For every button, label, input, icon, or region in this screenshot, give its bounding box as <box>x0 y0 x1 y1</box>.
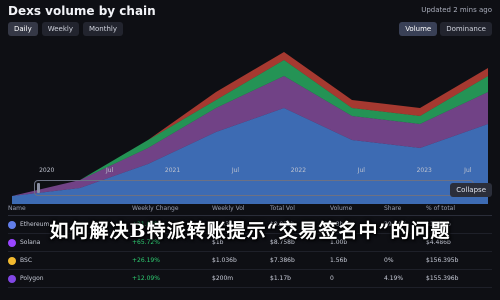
tab-monthly[interactable]: Monthly <box>82 22 124 36</box>
x-label: 2021 <box>164 167 181 174</box>
chain-name: BSC <box>20 257 33 264</box>
toggle-dominance[interactable]: Dominance <box>440 22 492 36</box>
brush-handle-left[interactable] <box>37 183 40 193</box>
tab-weekly[interactable]: Weekly <box>41 22 79 36</box>
total-vol: $8.758b <box>270 239 295 246</box>
volume: 1.3b <box>330 221 344 228</box>
page-title: Dexs volume by chain <box>8 4 156 18</box>
percent-total: $155.396b <box>426 275 459 282</box>
chain-name: Ethereum <box>20 221 50 228</box>
share: 29.84% <box>384 221 407 228</box>
total-vol: $1.17b <box>270 275 291 282</box>
weekly-vol: $1.434b <box>212 221 237 228</box>
table-row[interactable]: BSC +26.19% $1.036b $7.386b 1.56b 0% $15… <box>8 252 492 270</box>
weekly-vol: $1b <box>212 239 224 246</box>
range-brush[interactable] <box>34 180 474 196</box>
weekly-change: +26.19% <box>132 257 160 264</box>
chain-name-cell: Polygon <box>8 274 132 283</box>
volume: 0 <box>330 275 334 282</box>
x-label: 2020 <box>39 167 55 174</box>
view-toggle: Volume Dominance <box>399 22 492 36</box>
toggle-volume[interactable]: Volume <box>399 22 438 36</box>
x-label: Jul <box>464 167 472 174</box>
chain-name: Polygon <box>20 275 44 282</box>
column-header[interactable]: Name <box>8 205 132 212</box>
x-label: Jul <box>357 167 365 174</box>
ethereum-icon <box>8 220 16 229</box>
chain-name-cell: BSC <box>8 256 132 265</box>
table-row[interactable]: Ethereum +21.62% $1.434b $9.928b 1.3b 29… <box>8 216 492 234</box>
chain-name: Solana <box>20 239 41 246</box>
percent-total: $1.519b <box>426 221 451 228</box>
table-header: Name Weekly Change Weekly Vol Total Vol … <box>8 202 492 216</box>
weekly-change: +65.72% <box>132 239 160 246</box>
column-header[interactable]: Weekly Vol <box>212 205 270 212</box>
weekly-change: +12.09% <box>132 275 160 282</box>
x-label: Jul <box>231 167 240 174</box>
weekly-vol: $1.036b <box>212 257 237 264</box>
share: 0% <box>384 257 394 264</box>
tab-daily[interactable]: Daily <box>8 22 38 36</box>
column-header[interactable]: % of total <box>426 205 490 212</box>
column-header[interactable]: Volume <box>330 205 384 212</box>
x-label: 2022 <box>290 167 307 174</box>
weekly-vol: $200m <box>212 275 234 282</box>
percent-total: $4.486b <box>426 239 451 246</box>
share: 4.19% <box>384 275 404 282</box>
table-row[interactable]: Solana +65.72% $1b $8.758b 1.00b $4.486b <box>8 234 492 252</box>
total-vol: $9.928b <box>270 221 295 228</box>
chain-name-cell: Ethereum <box>8 220 132 229</box>
x-label: 2023 <box>416 167 432 174</box>
weekly-change: +21.62% <box>132 221 160 228</box>
x-label: Jul <box>106 167 114 174</box>
column-header[interactable]: Share <box>384 205 426 212</box>
total-vol: $7.386b <box>270 257 295 264</box>
volume: 1.00b <box>330 239 348 246</box>
x-axis: 2020 Jul 2021 Jul 2022 Jul 2023 Jul <box>8 167 492 177</box>
period-tabs: Daily Weekly Monthly <box>8 22 124 36</box>
updated-label: Updated 2 mins ago <box>421 6 492 14</box>
polygon-icon <box>8 274 16 283</box>
table-row[interactable]: Polygon +12.09% $200m $1.17b 0 4.19% $15… <box>8 270 492 288</box>
column-header[interactable]: Weekly Change <box>132 205 212 212</box>
solana-icon <box>8 238 16 247</box>
collapse-button[interactable]: Collapse <box>450 183 492 197</box>
chain-name-cell: Solana <box>8 238 132 247</box>
chains-table: Name Weekly Change Weekly Vol Total Vol … <box>8 202 492 288</box>
column-header[interactable]: Total Vol <box>270 205 330 212</box>
percent-total: $156.395b <box>426 257 459 264</box>
bsc-icon <box>8 256 16 265</box>
volume: 1.56b <box>330 257 348 264</box>
